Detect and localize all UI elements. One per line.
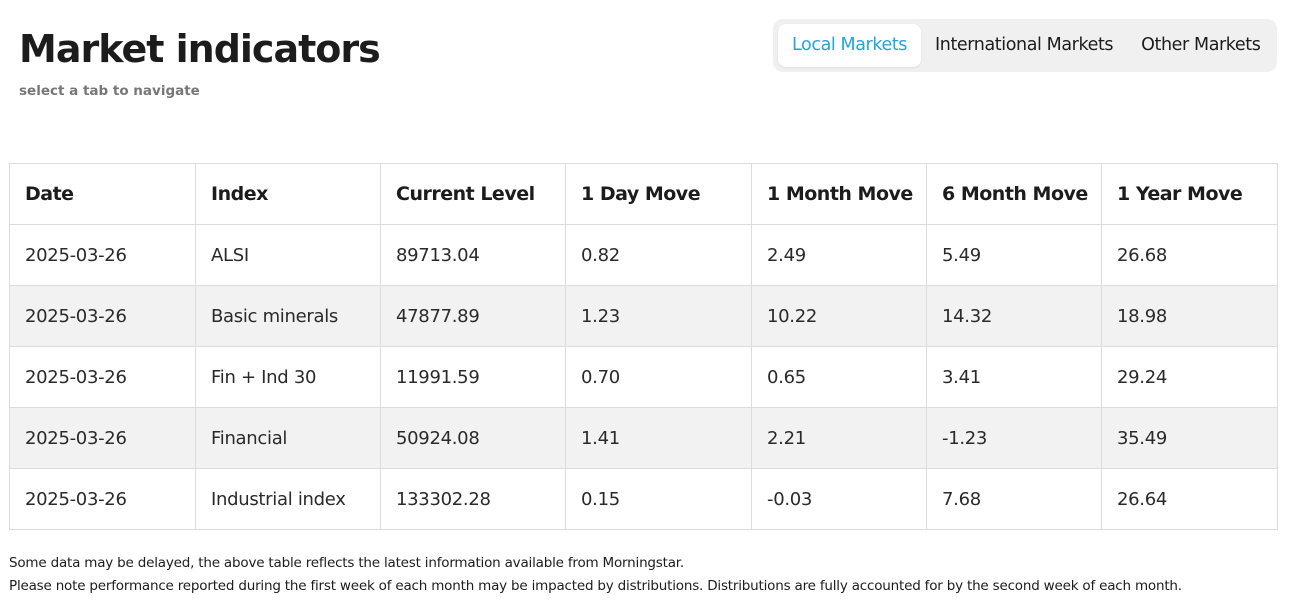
column-header-1-day-move: 1 Day Move — [565, 163, 752, 225]
table-header-row: Date Index Current Level 1 Day Move 1 Mo… — [9, 163, 1278, 225]
cell-1-day-move: 1.41 — [565, 407, 752, 469]
cell-current-level: 133302.28 — [380, 468, 566, 530]
cell-1-day-move: 0.82 — [565, 224, 752, 286]
cell-date: 2025-03-26 — [9, 285, 196, 347]
cell-6-month-move: -1.23 — [926, 407, 1102, 469]
column-header-current-level: Current Level — [380, 163, 566, 225]
column-header-1-month-move: 1 Month Move — [751, 163, 927, 225]
table-row: 2025-03-26 ALSI 89713.04 0.82 2.49 5.49 … — [9, 224, 1278, 286]
cell-date: 2025-03-26 — [9, 224, 196, 286]
market-indicators-table: Date Index Current Level 1 Day Move 1 Mo… — [9, 163, 1278, 530]
tab-local-markets[interactable]: Local Markets — [778, 24, 921, 67]
tab-international-markets[interactable]: International Markets — [921, 24, 1127, 67]
cell-date: 2025-03-26 — [9, 346, 196, 408]
table-row: 2025-03-26 Industrial index 133302.28 0.… — [9, 468, 1278, 530]
cell-6-month-move: 5.49 — [926, 224, 1102, 286]
tab-other-markets[interactable]: Other Markets — [1127, 24, 1274, 67]
table-row: 2025-03-26 Financial 50924.08 1.41 2.21 … — [9, 407, 1278, 469]
cell-current-level: 47877.89 — [380, 285, 566, 347]
cell-1-day-move: 1.23 — [565, 285, 752, 347]
column-header-6-month-move: 6 Month Move — [926, 163, 1102, 225]
delay-note: Some data may be delayed, the above tabl… — [9, 555, 684, 571]
cell-1-month-move: 2.21 — [751, 407, 927, 469]
cell-1-month-move: -0.03 — [751, 468, 927, 530]
cell-index: Fin + Ind 30 — [195, 346, 381, 408]
cell-1-month-move: 10.22 — [751, 285, 927, 347]
cell-1-year-move: 26.64 — [1101, 468, 1278, 530]
cell-1-day-move: 0.15 — [565, 468, 752, 530]
page-subtitle: select a tab to navigate — [19, 83, 200, 99]
distribution-note: Please note performance reported during … — [9, 578, 1182, 594]
disclaimer-notes: Some data may be delayed, the above tabl… — [9, 552, 1182, 598]
market-tabs: Local Markets International Markets Othe… — [773, 19, 1277, 72]
cell-6-month-move: 3.41 — [926, 346, 1102, 408]
table-row: 2025-03-26 Basic minerals 47877.89 1.23 … — [9, 285, 1278, 347]
cell-index: Financial — [195, 407, 381, 469]
column-header-date: Date — [9, 163, 196, 225]
cell-1-month-move: 2.49 — [751, 224, 927, 286]
cell-current-level: 50924.08 — [380, 407, 566, 469]
column-header-index: Index — [195, 163, 381, 225]
column-header-1-year-move: 1 Year Move — [1101, 163, 1278, 225]
cell-1-year-move: 18.98 — [1101, 285, 1278, 347]
table-row: 2025-03-26 Fin + Ind 30 11991.59 0.70 0.… — [9, 346, 1278, 408]
cell-1-year-move: 29.24 — [1101, 346, 1278, 408]
cell-index: Basic minerals — [195, 285, 381, 347]
page-title: Market indicators — [19, 27, 381, 71]
cell-6-month-move: 14.32 — [926, 285, 1102, 347]
cell-6-month-move: 7.68 — [926, 468, 1102, 530]
cell-1-day-move: 0.70 — [565, 346, 752, 408]
cell-date: 2025-03-26 — [9, 407, 196, 469]
cell-current-level: 11991.59 — [380, 346, 566, 408]
cell-index: ALSI — [195, 224, 381, 286]
cell-index: Industrial index — [195, 468, 381, 530]
cell-1-year-move: 35.49 — [1101, 407, 1278, 469]
cell-1-month-move: 0.65 — [751, 346, 927, 408]
cell-1-year-move: 26.68 — [1101, 224, 1278, 286]
cell-date: 2025-03-26 — [9, 468, 196, 530]
cell-current-level: 89713.04 — [380, 224, 566, 286]
